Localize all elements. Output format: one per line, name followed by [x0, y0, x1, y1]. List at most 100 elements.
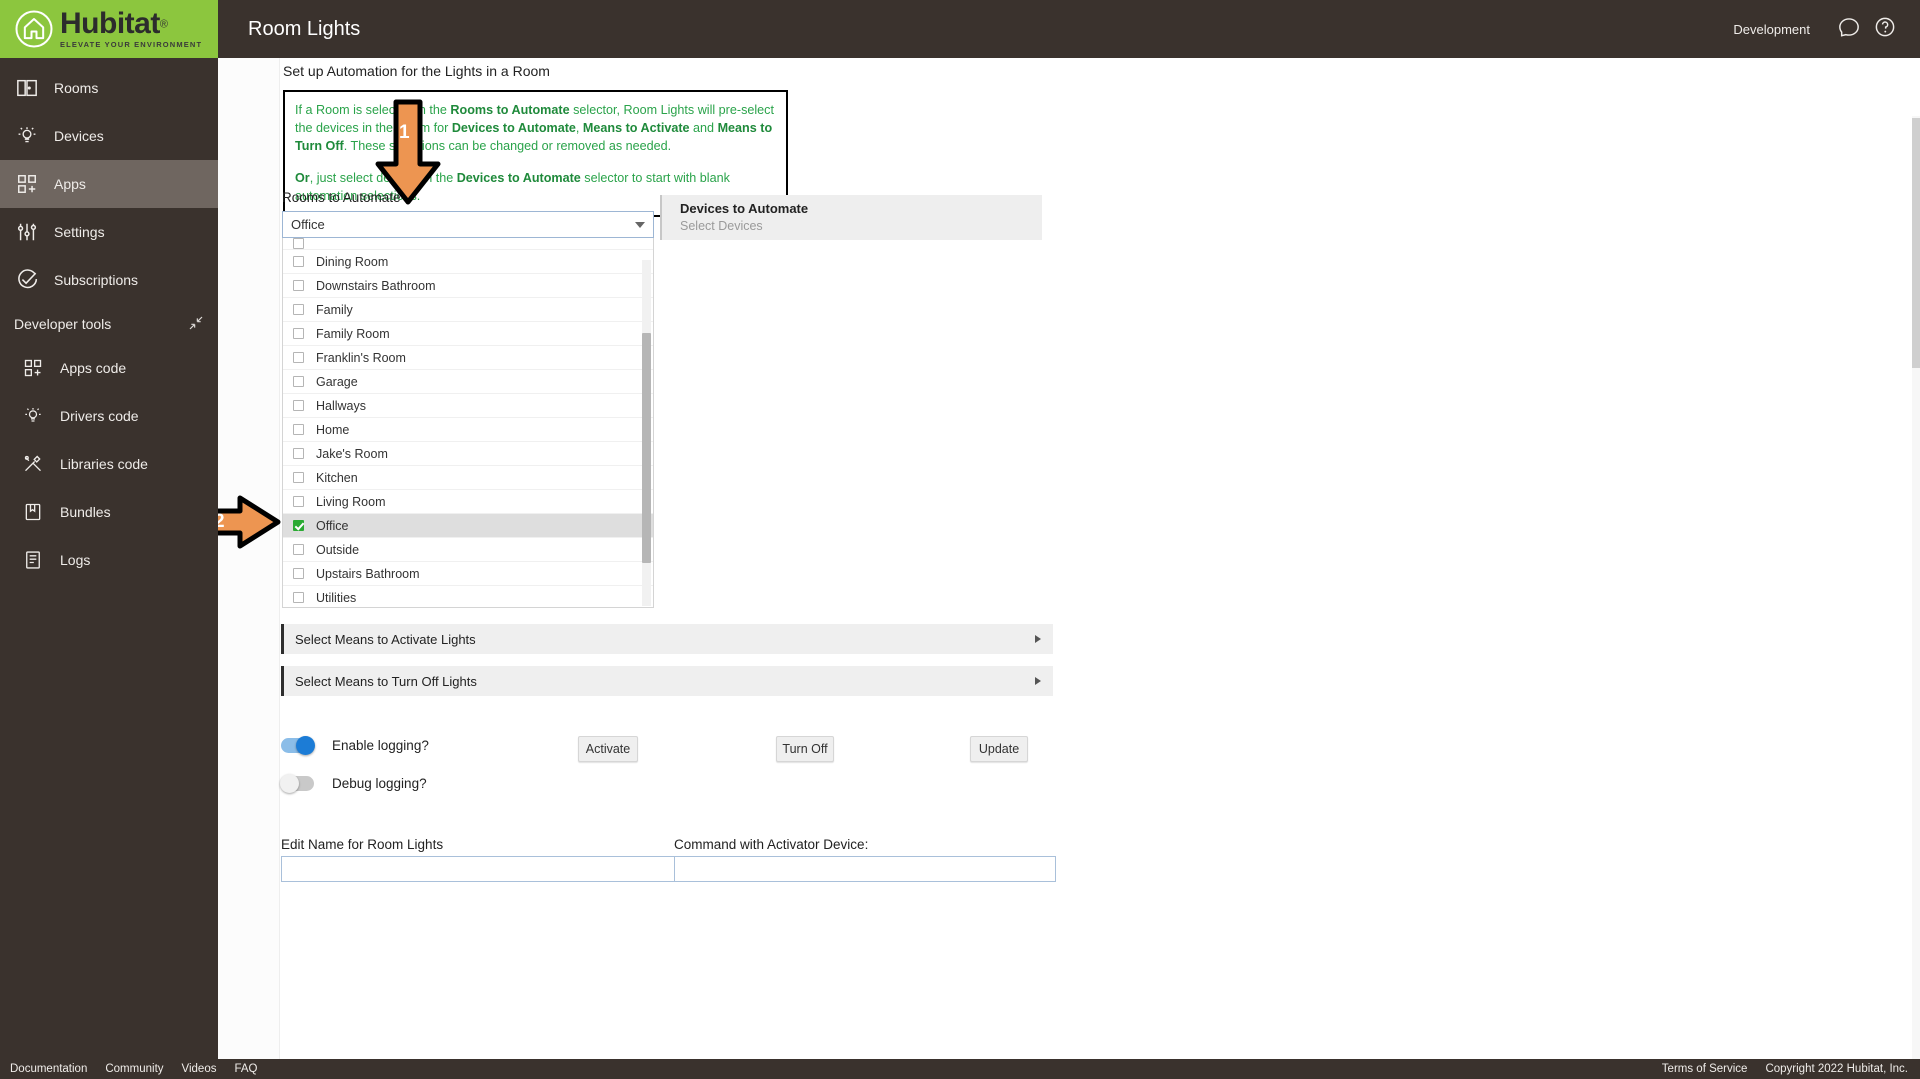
hubitat-house-icon	[14, 9, 54, 49]
footer-info-1[interactable]: Copyright 2022 Hubitat, Inc.	[1765, 1063, 1908, 1075]
list-item[interactable]: Utilities	[283, 586, 653, 607]
section-heading: Set up Automation for the Lights in a Ro…	[283, 63, 550, 79]
footer-link-2[interactable]: Videos	[182, 1063, 217, 1075]
list-item[interactable]: Office	[283, 514, 653, 538]
sidebar-item-label: Logs	[60, 552, 91, 568]
sidebar-item-drivers-code[interactable]: Drivers code	[0, 392, 218, 440]
footer-link-1[interactable]: Community	[105, 1063, 163, 1075]
section-activate-lights[interactable]: Select Means to Activate Lights	[281, 624, 1053, 654]
checkbox[interactable]	[293, 592, 304, 603]
checkbox[interactable]	[293, 280, 304, 291]
help-circle-icon[interactable]	[1874, 16, 1900, 42]
checkbox[interactable]	[293, 238, 304, 249]
document-icon	[20, 547, 46, 573]
checkbox[interactable]	[293, 472, 304, 483]
list-item[interactable]: Franklin's Room	[283, 346, 653, 370]
list-item[interactable]: Hallways	[283, 394, 653, 418]
update-button[interactable]: Update	[970, 736, 1028, 762]
checkbox[interactable]	[293, 496, 304, 507]
turn-off-button[interactable]: Turn Off	[776, 736, 834, 762]
list-item-label: Utilities	[316, 590, 357, 605]
sidebar-item-apps-code[interactable]: Apps code	[0, 344, 218, 392]
list-item[interactable]: Living Room	[283, 490, 653, 514]
sidebar-item-bundles[interactable]: Bundles	[0, 488, 218, 536]
list-item[interactable]: Home	[283, 418, 653, 442]
checkbox[interactable]	[293, 400, 304, 411]
hubitat-logo[interactable]: Hubitat® ELEVATE YOUR ENVIRONMENT	[0, 0, 218, 58]
footer-link-3[interactable]: FAQ	[234, 1063, 257, 1075]
list-item[interactable]: Outside	[283, 538, 653, 562]
app-window: Hubitat® ELEVATE YOUR ENVIRONMENT Rooms	[0, 0, 1920, 1079]
rooms-to-automate-select[interactable]: Office	[282, 211, 654, 238]
footer-link-0[interactable]: Documentation	[10, 1063, 87, 1075]
checkbox[interactable]	[293, 304, 304, 315]
list-item-label: Living Room	[316, 494, 386, 509]
debug-logging-toggle[interactable]	[280, 774, 314, 793]
list-item-label: Downstairs Bathroom	[316, 278, 436, 293]
list-item-label: Garage	[316, 374, 358, 389]
edit-name-label: Edit Name for Room Lights	[281, 837, 444, 852]
list-item[interactable]: Kitchen	[283, 466, 653, 490]
footer-info-0[interactable]: Terms of Service	[1662, 1063, 1748, 1075]
checkbox-checked[interactable]	[293, 520, 304, 531]
list-item-label: Outside	[316, 542, 360, 557]
debug-logging-row: Debug logging?	[280, 774, 427, 793]
rooms-dropdown[interactable]: Dining Room Downstairs Bathroom Family Fami…	[282, 238, 654, 608]
sidebar-item-devices[interactable]: Devices	[0, 112, 218, 160]
list-item[interactable]: Family	[283, 298, 653, 322]
checkbox[interactable]	[293, 544, 304, 555]
checkbox[interactable]	[293, 256, 304, 267]
checkbox[interactable]	[293, 328, 304, 339]
sidebar-item-libraries-code[interactable]: Libraries code	[0, 440, 218, 488]
sliders-icon	[14, 219, 40, 245]
list-item[interactable]: Jake's Room	[283, 442, 653, 466]
sidebar-item-settings[interactable]: Settings	[0, 208, 218, 256]
footer-links-right: Terms of Service Copyright 2022 Hubitat, …	[1662, 1063, 1920, 1075]
developer-tools-header[interactable]: Developer tools	[0, 304, 218, 344]
devices-to-automate-placeholder: Select Devices	[680, 219, 763, 233]
environment-label: Development	[1733, 21, 1810, 37]
activate-button[interactable]: Activate	[578, 736, 638, 762]
sidebar-item-subscriptions[interactable]: Subscriptions	[0, 256, 218, 304]
devices-to-automate-panel[interactable]: Devices to Automate Select Devices	[660, 195, 1042, 240]
list-item[interactable]: Upstairs Bathroom	[283, 562, 653, 586]
checkbox[interactable]	[293, 448, 304, 459]
list-item-label: Kitchen	[316, 470, 358, 485]
page-scrollbar-thumb[interactable]	[1912, 118, 1920, 368]
list-item[interactable]	[283, 238, 653, 250]
section-turn-off-lights[interactable]: Select Means to Turn Off Lights	[281, 666, 1053, 696]
enable-logging-toggle[interactable]	[281, 736, 315, 755]
sidebar-nav: Rooms Devices Apps Settings Subscription…	[0, 58, 218, 584]
list-item-label: Jake's Room	[316, 446, 388, 461]
sidebar-item-apps[interactable]: Apps	[0, 160, 218, 208]
brand-tagline: ELEVATE YOUR ENVIRONMENT	[60, 40, 203, 50]
chevron-right-icon	[1035, 677, 1041, 685]
notice-emphasis: Or	[295, 170, 310, 185]
enable-logging-label: Enable logging?	[332, 738, 429, 753]
checkbox[interactable]	[293, 376, 304, 387]
bulb-icon	[20, 403, 46, 429]
dropdown-scrollbar-thumb[interactable]	[642, 333, 651, 563]
list-item[interactable]: Downstairs Bathroom	[283, 274, 653, 298]
checkbox[interactable]	[293, 352, 304, 363]
list-item-label: Hallways	[316, 398, 367, 413]
sidebar-item-logs[interactable]: Logs	[0, 536, 218, 584]
content-left-rail	[218, 58, 280, 1059]
sidebar-item-label: Libraries code	[60, 456, 148, 472]
collapse-arrows-icon[interactable]	[188, 315, 204, 334]
command-activator-label: Command with Activator Device:	[674, 837, 869, 852]
chat-bubble-icon[interactable]	[1838, 16, 1864, 42]
sidebar-item-label: Apps	[54, 176, 86, 192]
notice-emphasis: Devices to Automate	[451, 120, 576, 135]
apps-grid-icon	[20, 355, 46, 381]
list-item[interactable]: Dining Room	[283, 250, 653, 274]
list-item[interactable]: Garage	[283, 370, 653, 394]
list-item[interactable]: Family Room	[283, 322, 653, 346]
checkbox[interactable]	[293, 424, 304, 435]
footer: Documentation Community Videos FAQ Terms of…	[0, 1059, 1920, 1079]
notice-text: , just select devices in the	[309, 170, 457, 185]
command-activator-input[interactable]	[674, 856, 1056, 882]
checkbox[interactable]	[293, 568, 304, 579]
sidebar-item-rooms[interactable]: Rooms	[0, 64, 218, 112]
edit-name-input[interactable]	[281, 856, 693, 882]
